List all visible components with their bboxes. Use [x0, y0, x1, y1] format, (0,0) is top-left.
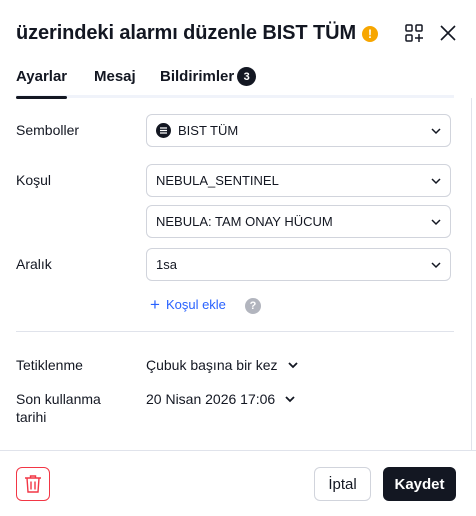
close-button[interactable]: [436, 21, 460, 45]
chevron-down-icon: [431, 128, 441, 135]
tab-message[interactable]: Mesaj: [94, 68, 136, 95]
add-to-grid-icon: [405, 24, 423, 42]
condition-plot-value: NEBULA: TAM ONAY HÜCUM: [156, 214, 333, 229]
expiry-dropdown[interactable]: 20 Nisan 2026 17:06: [146, 391, 296, 407]
trigger-label: Tetiklenme: [16, 357, 83, 373]
add-condition-button[interactable]: + Koşul ekle: [150, 295, 226, 314]
interval-value: 1sa: [156, 257, 177, 272]
delete-alert-button[interactable]: [16, 467, 50, 501]
add-condition-label: Koşul ekle: [165, 297, 226, 312]
interval-select[interactable]: 1sa: [146, 248, 451, 281]
condition-select[interactable]: NEBULA_SENTINEL: [146, 164, 451, 197]
condition-plot-select[interactable]: NEBULA: TAM ONAY HÜCUM: [146, 205, 451, 238]
trigger-value: Çubuk başına bir kez: [146, 357, 278, 373]
tab-bar: Ayarlar Mesaj Bildirimler 3: [16, 66, 454, 99]
tab-notifications[interactable]: Bildirimler 3: [160, 67, 257, 95]
warning-icon[interactable]: !: [362, 25, 378, 42]
help-icon[interactable]: ?: [245, 298, 261, 314]
chevron-down-icon: [431, 178, 441, 185]
condition-value: NEBULA_SENTINEL: [156, 173, 279, 188]
condition-label: Koşul: [16, 172, 52, 188]
symbols-value: BIST TÜM: [178, 123, 239, 138]
chevron-down-icon: [285, 396, 295, 403]
expiry-label-line1: Son kullanma: [16, 391, 101, 407]
trash-icon: [25, 475, 41, 493]
trigger-dropdown[interactable]: Çubuk başına bir kez: [146, 357, 299, 373]
expiry-label-line2: tarihi: [16, 409, 47, 425]
close-icon: [440, 25, 456, 41]
tab-message-label: Mesaj: [94, 68, 136, 85]
chevron-down-icon: [431, 262, 441, 269]
interval-label: Aralık: [16, 256, 52, 272]
add-to-grid-button[interactable]: [402, 21, 426, 45]
tab-settings-label: Ayarlar: [16, 68, 68, 85]
symbol-list-icon: [156, 123, 171, 138]
chevron-down-icon: [287, 362, 298, 369]
symbols-label: Semboller: [16, 122, 80, 138]
cancel-button[interactable]: İptal: [314, 467, 371, 501]
notifications-count-badge: 3: [237, 67, 257, 86]
tab-settings[interactable]: Ayarlar: [16, 68, 68, 99]
dialog-header: üzerindeki alarmı düzenle BIST TÜM !: [16, 18, 460, 48]
tab-notifications-label: Bildirimler: [160, 68, 235, 85]
section-divider: [16, 331, 454, 332]
save-button[interactable]: Kaydet: [383, 467, 456, 501]
symbols-select[interactable]: BIST TÜM: [146, 114, 451, 147]
chevron-down-icon: [431, 219, 441, 226]
expiry-value: 20 Nisan 2026 17:06: [146, 391, 276, 407]
footer-divider: [0, 450, 476, 451]
plus-icon: +: [150, 295, 160, 314]
dialog-title: üzerindeki alarmı düzenle BIST TÜM: [16, 21, 356, 44]
scrollbar-track[interactable]: [471, 98, 472, 450]
